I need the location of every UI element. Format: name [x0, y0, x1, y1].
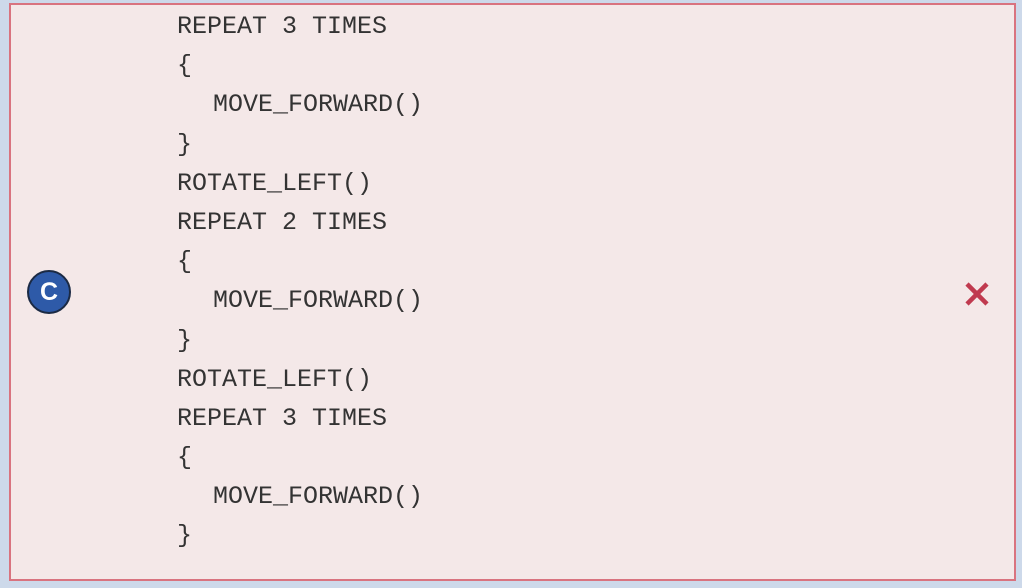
x-mark-icon [965, 282, 989, 306]
code-line: MOVE_FORWARD() [213, 482, 424, 512]
code-line: REPEAT 3 TIMES [177, 403, 388, 433]
answer-option-card[interactable]: C REPEAT 3 TIMES { MOVE_FORWARD() } ROTA… [9, 3, 1016, 581]
code-line: { [177, 51, 193, 81]
code-line: REPEAT 2 TIMES [177, 207, 388, 237]
code-line: ROTATE_LEFT() [177, 364, 373, 394]
code-block: REPEAT 3 TIMES { MOVE_FORWARD() } ROTATE… [177, 7, 423, 556]
code-line: ROTATE_LEFT() [177, 168, 373, 198]
code-line: } [177, 325, 193, 355]
code-line: REPEAT 3 TIMES [177, 12, 388, 41]
code-line: } [177, 521, 193, 551]
code-line: MOVE_FORWARD() [213, 286, 424, 316]
code-line: { [177, 443, 193, 473]
code-line: } [177, 129, 193, 159]
option-c-badge: C [27, 270, 71, 314]
code-line: MOVE_FORWARD() [213, 90, 424, 120]
code-line: { [177, 247, 193, 277]
